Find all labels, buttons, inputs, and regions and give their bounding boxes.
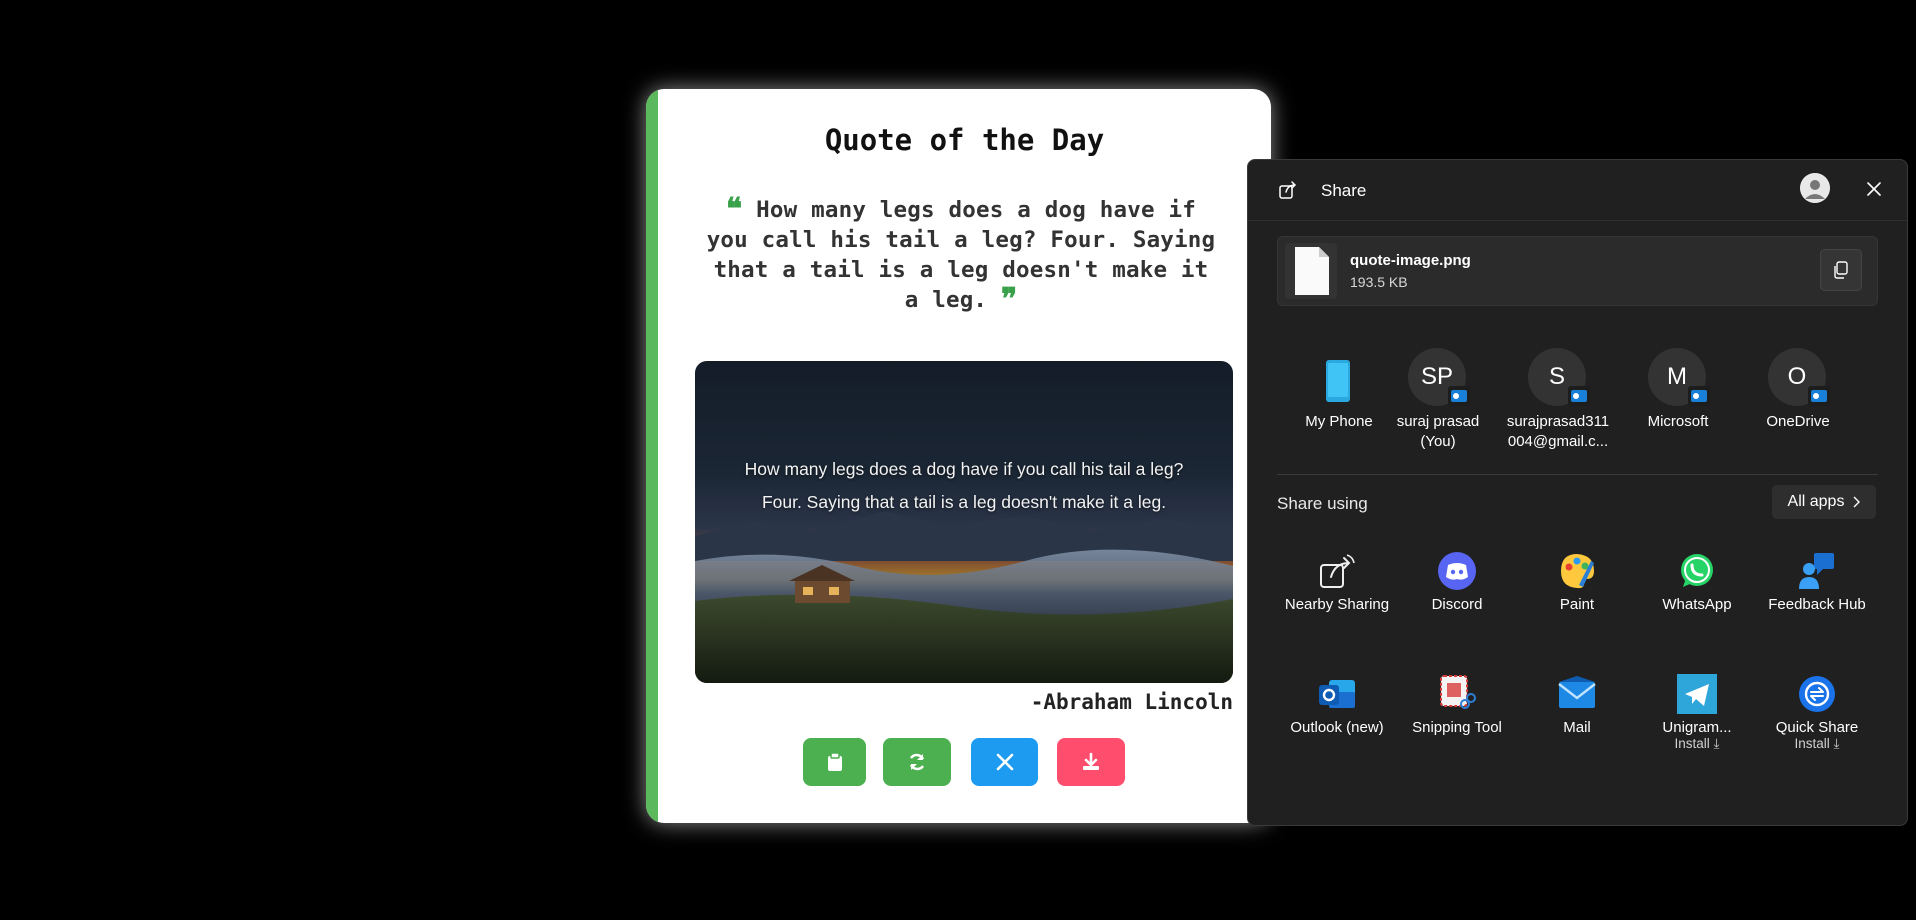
app-label: Outlook (new) (1290, 719, 1384, 736)
app-quick-share[interactable]: Quick Share Install ⤓ (1757, 674, 1877, 754)
contact-label: OneDrive (1766, 413, 1830, 430)
app-label: Snipping Tool (1412, 719, 1502, 736)
account-avatar-icon[interactable] (1800, 173, 1830, 203)
clipboard-icon (827, 753, 842, 771)
paint-icon (1561, 554, 1594, 589)
divider (1277, 474, 1878, 475)
telegram-icon (1677, 674, 1717, 714)
quote-card: Quote of the Day ❝ How many legs does a … (646, 89, 1271, 823)
snipping-tool-icon (1440, 675, 1476, 709)
app-label: Quick Share (1775, 719, 1859, 736)
quote-image: How many legs does a dog have if you cal… (695, 361, 1233, 683)
landscape-background (695, 361, 1233, 683)
app-label: Paint (1559, 596, 1595, 613)
file-preview: quote-image.png 193.5 KB (1277, 236, 1878, 306)
app-label: Feedback Hub (1768, 596, 1866, 613)
discord-icon (1438, 552, 1476, 590)
open-quote-icon: ❝ (726, 192, 743, 227)
tweet-button[interactable] (971, 738, 1038, 786)
app-label: Unigram... (1662, 719, 1732, 736)
close-quote-icon: ❞ (1000, 282, 1018, 317)
share-using-label: Share using (1277, 494, 1368, 513)
app-mail[interactable]: Mail (1517, 674, 1637, 740)
copy-button[interactable] (803, 738, 866, 786)
all-apps-label: All apps (1787, 493, 1845, 510)
refresh-button[interactable] (883, 738, 951, 786)
image-quote-text: How many legs does a dog have if you cal… (744, 459, 1184, 512)
chevron-right-icon (1853, 496, 1861, 508)
app-whatsapp[interactable]: WhatsApp (1637, 551, 1757, 617)
close-button[interactable] (1861, 176, 1887, 202)
feedback-hub-icon (1799, 553, 1834, 589)
close-icon (1867, 182, 1881, 196)
all-apps-button[interactable]: All apps (1772, 485, 1876, 519)
outlook-badge-icon (1568, 386, 1590, 406)
refresh-icon (909, 753, 925, 771)
file-name: quote-image.png (1350, 252, 1471, 269)
contact-label: suraj prasad (You) (1396, 413, 1480, 450)
quote-text: ❝ How many legs does a dog have if you c… (701, 195, 1221, 315)
install-label: Install ⤓ (1674, 736, 1720, 751)
app-feedback-hub[interactable]: Feedback Hub (1757, 551, 1877, 617)
share-header: Share (1248, 160, 1907, 221)
card-accent-bar (646, 89, 658, 823)
file-size: 193.5 KB (1350, 274, 1408, 290)
file-icon (1285, 243, 1337, 299)
install-label: Install ⤓ (1794, 736, 1840, 751)
x-logo-icon (996, 753, 1013, 771)
quote-body: How many legs does a dog have if you cal… (706, 197, 1216, 313)
outlook-badge-icon (1808, 386, 1830, 406)
phone-icon (1326, 360, 1350, 402)
share-icon (1279, 181, 1297, 199)
app-outlook[interactable]: Outlook (new) (1277, 674, 1397, 740)
app-label: WhatsApp (1662, 596, 1732, 613)
app-label: Mail (1563, 719, 1591, 736)
app-label: Discord (1431, 596, 1483, 613)
contact-label: surajprasad311 004@gmail.c... (1506, 413, 1610, 450)
share-title: Share (1321, 181, 1367, 200)
card-title: Quote of the Day (824, 123, 1105, 157)
app-snipping-tool[interactable]: Snipping Tool (1397, 674, 1517, 740)
app-unigram[interactable]: Unigram... Install ⤓ (1637, 674, 1757, 754)
contact-label: Microsoft (1647, 413, 1709, 430)
outlook-icon (1319, 680, 1355, 708)
outlook-badge-icon (1448, 386, 1470, 406)
download-icon (1083, 752, 1099, 770)
outlook-badge-icon (1688, 386, 1710, 406)
share-dialog: Share quote-image.png 193.5 KB My Phone … (1247, 159, 1908, 826)
app-label: Nearby Sharing (1284, 596, 1390, 613)
copy-icon (1834, 261, 1848, 279)
app-paint[interactable]: Paint (1517, 551, 1637, 617)
quick-share-icon (1799, 676, 1835, 712)
mail-icon (1558, 676, 1596, 708)
app-discord[interactable]: Discord (1397, 551, 1517, 617)
download-button[interactable] (1057, 738, 1125, 786)
author-name: -Abraham Lincoln (1030, 690, 1233, 714)
copy-file-button[interactable] (1820, 249, 1862, 291)
app-nearby-sharing[interactable]: Nearby Sharing (1277, 551, 1397, 617)
nearby-sharing-icon (1320, 554, 1355, 588)
whatsapp-icon (1681, 554, 1713, 587)
